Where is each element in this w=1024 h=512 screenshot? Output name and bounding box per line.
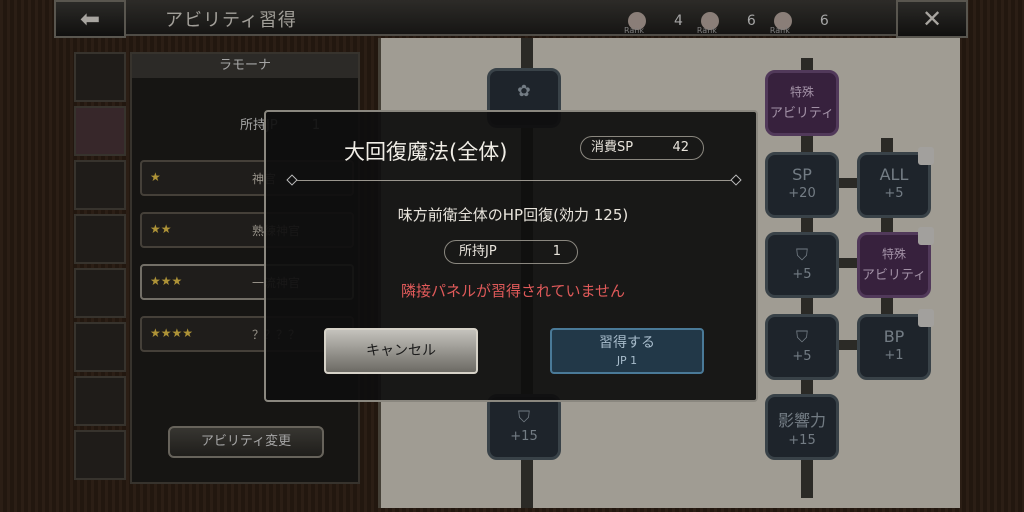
learn-button[interactable]: 習得する JP 1 xyxy=(550,328,704,374)
warning-message: 隣接パネルが習得されていません xyxy=(400,282,626,300)
ability-dialog: 大回復魔法(全体) 消費SP 42 味方前衛全体のHP回復(効力 125) 所持… xyxy=(264,110,758,402)
divider xyxy=(292,180,736,181)
owned-jp: 所持JP 1 xyxy=(444,240,578,264)
divider-ornament xyxy=(286,174,298,186)
ability-description: 味方前衛全体のHP回復(効力 125) xyxy=(397,206,629,224)
divider-ornament xyxy=(730,174,742,186)
sp-cost: 消費SP 42 xyxy=(580,136,704,160)
ability-title: 大回復魔法(全体) xyxy=(344,140,508,164)
cancel-button[interactable]: キャンセル xyxy=(324,328,478,374)
